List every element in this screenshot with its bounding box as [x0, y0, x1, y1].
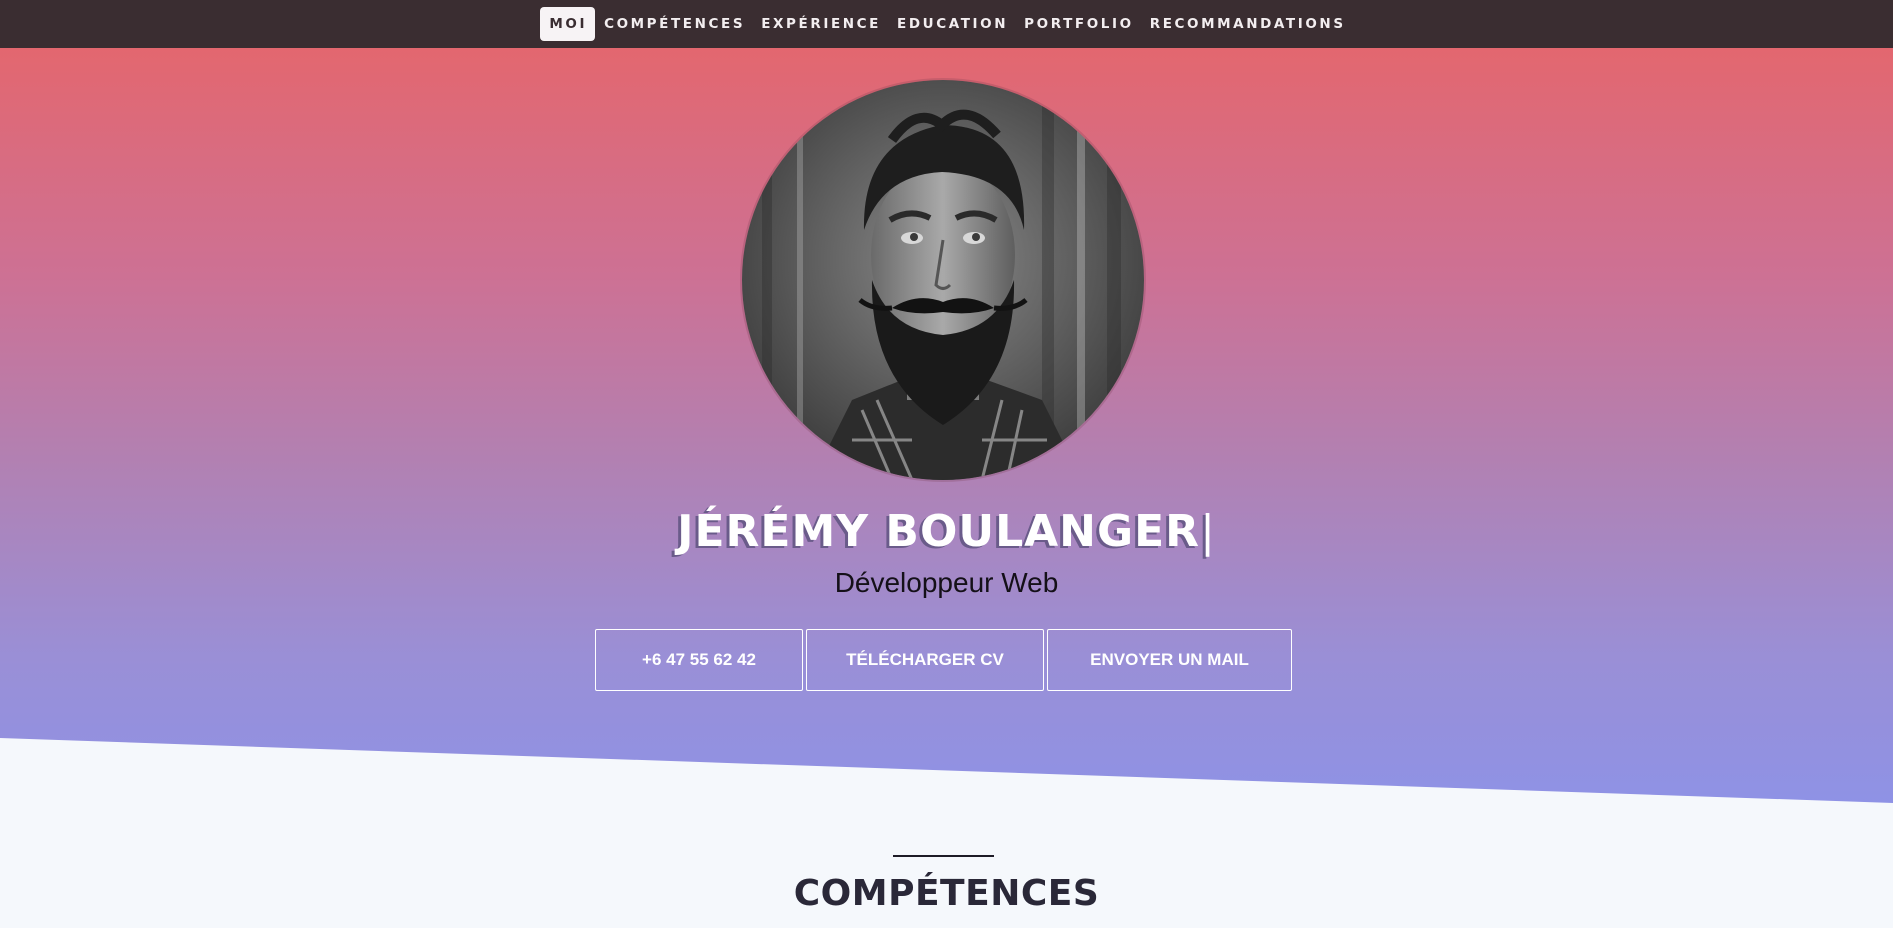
nav-item-education[interactable]: EDUCATION [890, 8, 1015, 40]
nav-item-recommandations[interactable]: RECOMMANDATIONS [1143, 8, 1353, 40]
nav-list: MOI COMPÉTENCES EXPÉRIENCE EDUCATION POR… [540, 7, 1352, 41]
download-cv-button[interactable]: TÉLÉCHARGER CV [806, 629, 1044, 691]
profile-photo [742, 80, 1144, 480]
typing-cursor: | [1200, 506, 1216, 557]
nav-item-portfolio[interactable]: PORTFOLIO [1017, 8, 1141, 40]
top-navbar: MOI COMPÉTENCES EXPÉRIENCE EDUCATION POR… [0, 0, 1893, 48]
skills-section-title: COMPÉTENCES [793, 873, 1100, 914]
hero-name: JÉRÉMY BOULANGER| [0, 506, 1893, 557]
hero-subtitle: Développeur Web [834, 567, 1059, 598]
nav-item-moi[interactable]: MOI [540, 7, 596, 41]
phone-button[interactable]: +6 47 55 62 42 [595, 629, 803, 691]
nav-item-competences[interactable]: COMPÉTENCES [597, 8, 752, 40]
section-divider [893, 855, 994, 857]
send-mail-button[interactable]: ENVOYER UN MAIL [1047, 629, 1292, 691]
nav-item-experience[interactable]: EXPÉRIENCE [754, 8, 888, 40]
hero-name-text: JÉRÉMY BOULANGER [677, 506, 1201, 557]
hero-buttons: +6 47 55 62 42 TÉLÉCHARGER CV ENVOYER UN… [595, 629, 1292, 691]
profile-avatar [742, 80, 1144, 480]
